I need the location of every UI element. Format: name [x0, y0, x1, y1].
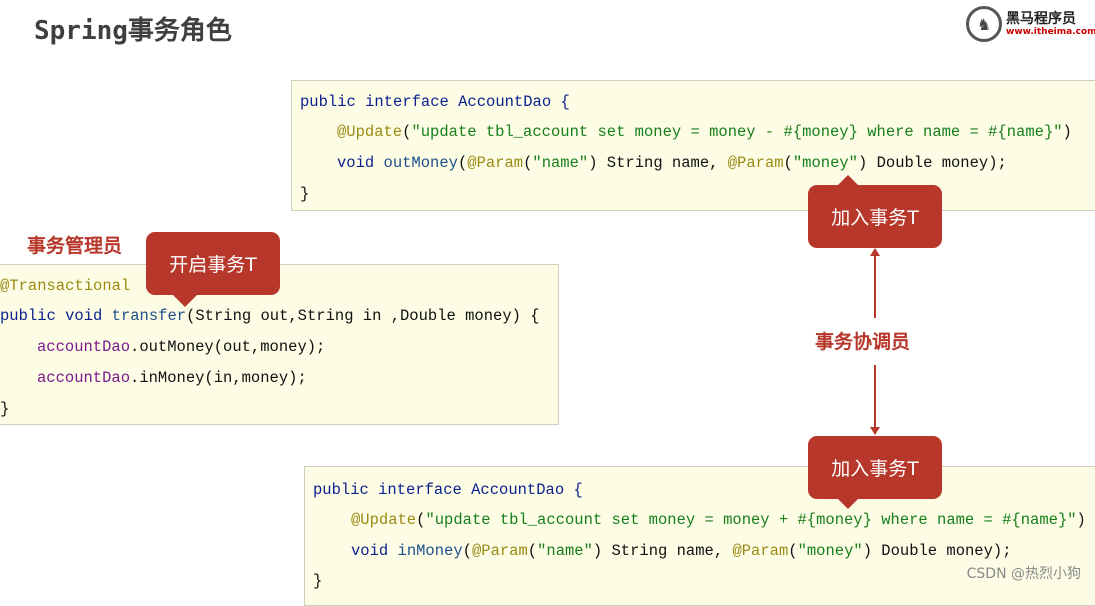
horse-logo-icon: ♞ — [966, 6, 1002, 42]
code-line: void inMoney(@Param("name") String name,… — [351, 542, 1012, 560]
code-line: public interface AccountDao { — [313, 481, 583, 499]
code-line: } — [313, 572, 323, 590]
code-line: } — [300, 185, 310, 203]
code-line: @Update("update tbl_account set money = … — [351, 511, 1086, 529]
arrow-down-icon — [870, 427, 880, 435]
code-line: accountDao.inMoney(in,money); — [37, 369, 307, 387]
transaction-coordinator-label: 事务协调员 — [815, 331, 911, 353]
code-line: @Update("update tbl_account set money = … — [337, 123, 1072, 141]
logo: ♞ 黑马程序员 www.itheima.com — [966, 6, 1095, 42]
code-line: @Transactional — [0, 277, 131, 295]
code-line: } — [0, 400, 10, 418]
bubble-text: 开启事务T — [169, 254, 257, 276]
join-transaction-bubble-top: 加入事务T — [808, 175, 942, 248]
join-transaction-bubble-bottom: 加入事务T — [808, 436, 942, 509]
watermark: CSDN @热烈小狗 — [966, 566, 1081, 582]
code-line: void outMoney(@Param("name") String name… — [337, 154, 1007, 172]
logo-url: www.itheima.com — [1006, 27, 1095, 37]
page-title: Spring事务角色 — [34, 16, 232, 46]
code-line: public interface AccountDao { — [300, 93, 570, 111]
arrow-down-line — [874, 365, 876, 429]
code-block-top: public interface AccountDao { @Update("u… — [291, 80, 1095, 211]
code-line: public void transfer(String out,String i… — [0, 307, 540, 325]
bubble-text: 加入事务T — [831, 458, 919, 480]
start-transaction-bubble: 开启事务T — [146, 232, 280, 307]
logo-name: 黑马程序员 — [1006, 11, 1076, 27]
arrow-up-line — [874, 252, 876, 318]
arrow-up-icon — [870, 248, 880, 256]
transaction-manager-label: 事务管理员 — [27, 235, 123, 257]
bubble-text: 加入事务T — [831, 207, 919, 229]
code-line: accountDao.outMoney(out,money); — [37, 338, 326, 356]
code-block-bottom: public interface AccountDao { @Update("u… — [304, 466, 1095, 606]
